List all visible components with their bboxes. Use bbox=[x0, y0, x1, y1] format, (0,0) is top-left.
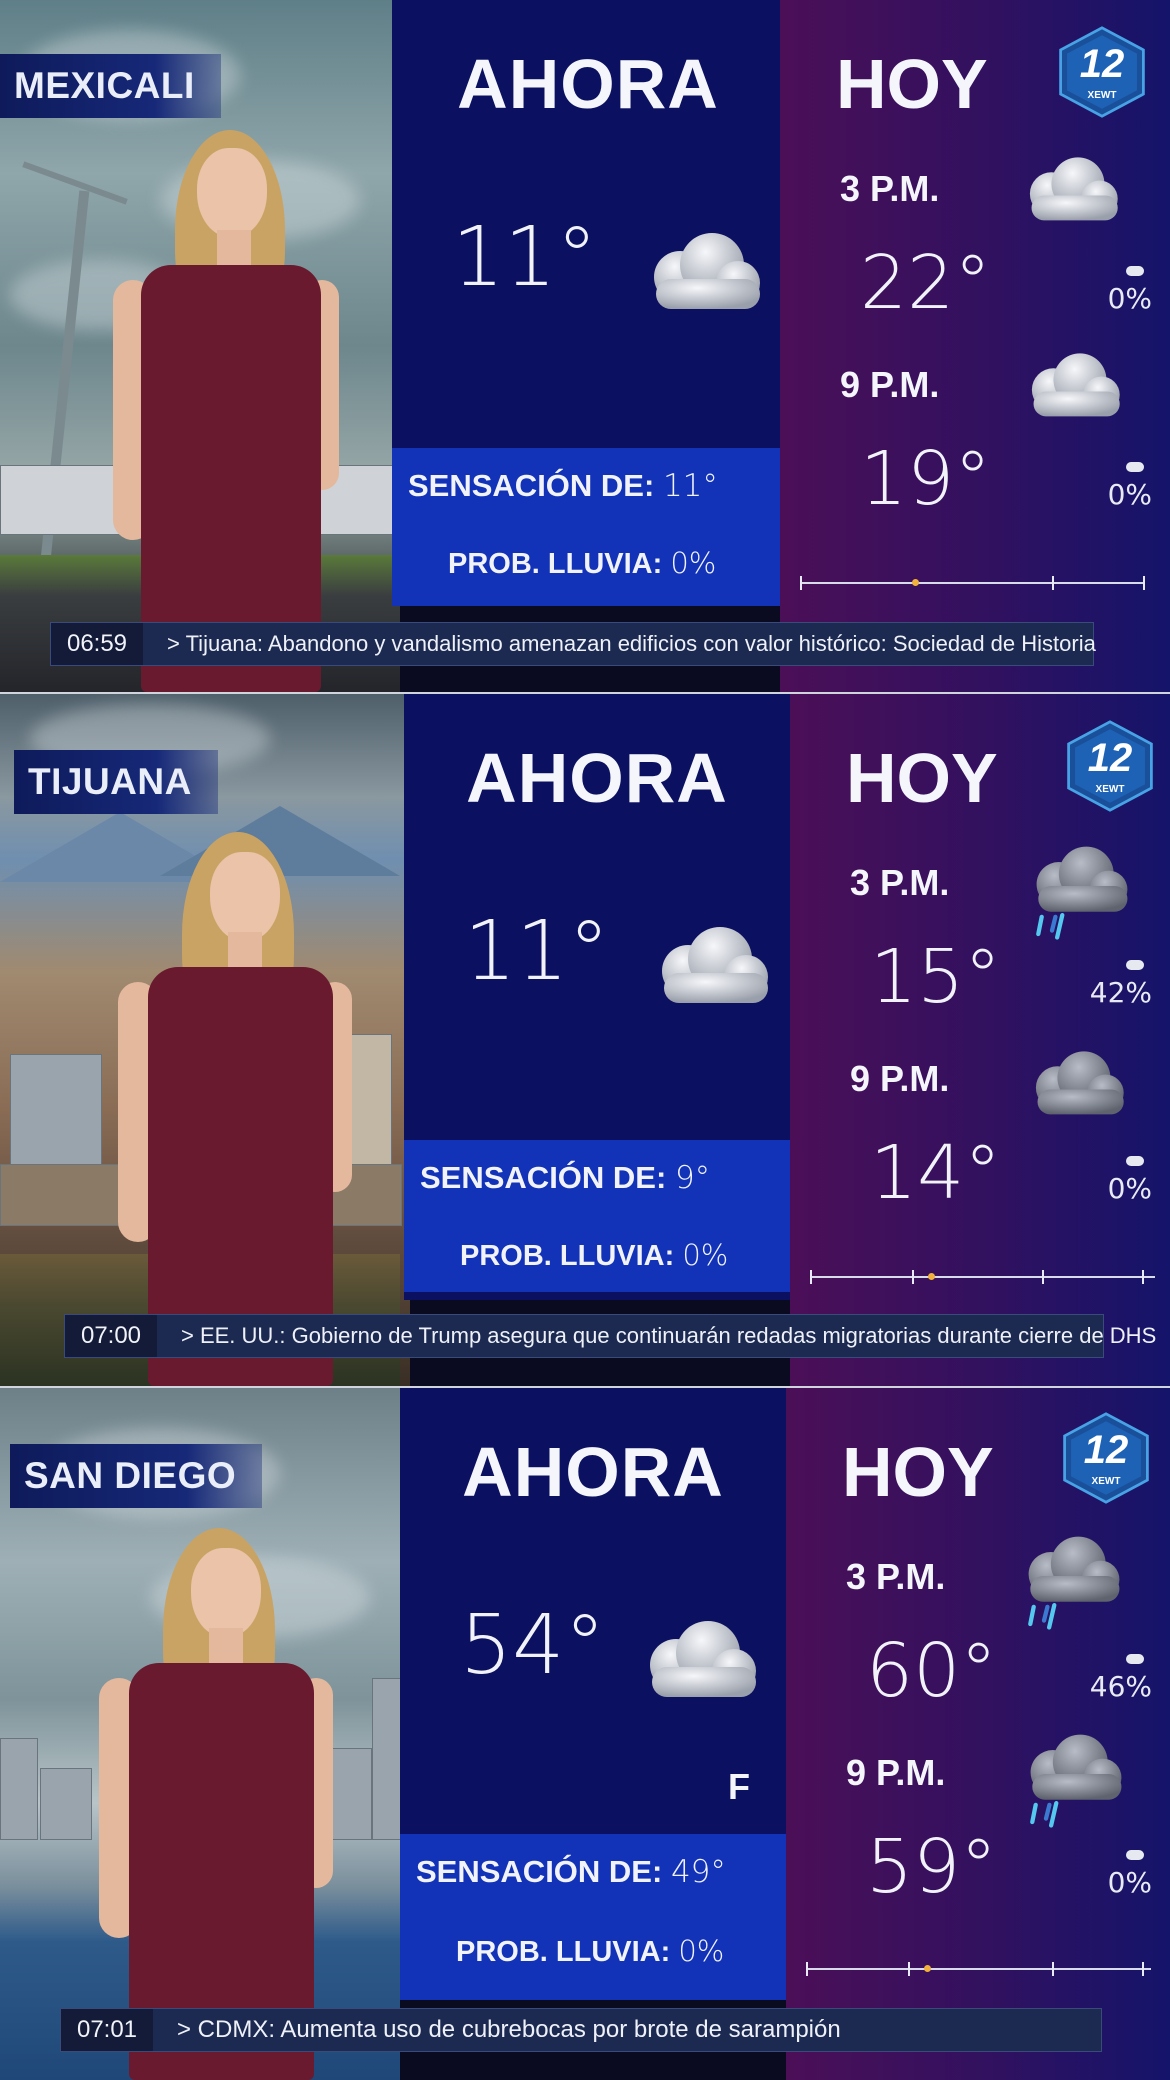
logo-callsign: XEWT bbox=[1091, 1476, 1121, 1487]
logo-callsign: XEWT bbox=[1095, 784, 1125, 795]
feels-like-value: 9° bbox=[674, 1160, 711, 1196]
ticker-clock: 07:01 bbox=[61, 2009, 153, 2051]
ticker-clock: 06:59 bbox=[51, 623, 143, 665]
rain-drop-icon bbox=[1126, 1654, 1144, 1664]
cloud-icon bbox=[630, 225, 770, 315]
forecast-rain: 42% bbox=[1089, 976, 1152, 1009]
feels-like: SENSACIÓN DE: 49° bbox=[416, 1854, 726, 1890]
cloud-icon bbox=[638, 919, 778, 1009]
rain-chance: PROB. LLUVIA: 0% bbox=[448, 546, 716, 581]
rain-chance-label: PROB. LLUVIA: bbox=[456, 1936, 671, 1968]
forecast-temp: 14° bbox=[870, 1130, 1002, 1216]
forecast-time: 3 P.M. bbox=[840, 168, 940, 209]
forecast-time: 9 P.M. bbox=[850, 1058, 950, 1099]
ahora-title: AHORA bbox=[466, 739, 728, 817]
city-label: TIJUANA bbox=[14, 750, 218, 814]
hoy-title: HOY bbox=[836, 45, 988, 123]
forecast-time: 9 P.M. bbox=[840, 364, 940, 405]
feels-like-value: 49° bbox=[670, 1854, 726, 1890]
presenter bbox=[105, 130, 345, 692]
rain-chance: PROB. LLUVIA: 0% bbox=[456, 1934, 724, 1969]
forecast-temp: 15° bbox=[870, 934, 1002, 1020]
rain-chance: PROB. LLUVIA: 0% bbox=[460, 1238, 728, 1273]
rain-drop-icon bbox=[1126, 960, 1144, 970]
ahora-column: AHORA 11° SENSACIÓN DE: 11° PROB. LLUVIA… bbox=[392, 0, 784, 606]
rain-cloud-icon bbox=[1008, 1534, 1128, 1630]
current-temp: 54° bbox=[460, 1598, 606, 1693]
cloud-icon bbox=[626, 1613, 766, 1703]
logo-number: 12 bbox=[1087, 736, 1133, 780]
details-box: SENSACIÓN DE: 11° PROB. LLUVIA: 0% bbox=[392, 448, 784, 606]
weather-panel-san-diego: SAN DIEGO AHORA 54° F SENSACIÓN DE: 49° … bbox=[0, 1388, 1170, 2080]
feels-like-label: SENSACIÓN DE: bbox=[420, 1160, 667, 1195]
feels-like-value: 11° bbox=[662, 468, 718, 504]
rain-chance-value: 0% bbox=[670, 546, 717, 580]
channel-logo: 12 XEWT bbox=[1056, 26, 1148, 118]
rain-drop-icon bbox=[1126, 266, 1144, 276]
hoy-title: HOY bbox=[846, 739, 998, 817]
rain-drop-icon bbox=[1126, 1850, 1144, 1860]
ticker-headline: > EE. UU.: Gobierno de Trump asegura que… bbox=[181, 1323, 1157, 1348]
temp-unit: F bbox=[728, 1766, 750, 1807]
rain-chance-value: 0% bbox=[678, 1934, 725, 1968]
day-timeline bbox=[800, 576, 1145, 590]
logo-number: 12 bbox=[1083, 1428, 1129, 1472]
ahora-title: AHORA bbox=[462, 1433, 724, 1511]
channel-logo: 12 XEWT bbox=[1064, 720, 1156, 812]
cloud-icon bbox=[1010, 150, 1126, 226]
current-temp: 11° bbox=[452, 210, 598, 305]
details-box: SENSACIÓN DE: 9° PROB. LLUVIA: 0% bbox=[404, 1140, 790, 1292]
ticker-headline: > Tijuana: Abandono y vandalismo amenaza… bbox=[167, 631, 1096, 656]
weather-panel-mexicali: MEXICALI AHORA 11° SENSACIÓN DE: 11° PRO… bbox=[0, 0, 1170, 692]
rain-chance-label: PROB. LLUVIA: bbox=[448, 548, 663, 580]
feels-like: SENSACIÓN DE: 11° bbox=[408, 468, 718, 504]
news-ticker: 07:01 > CDMX: Aumenta uso de cubrebocas … bbox=[60, 2008, 1102, 2052]
forecast-time: 9 P.M. bbox=[846, 1752, 946, 1793]
city-label: SAN DIEGO bbox=[10, 1444, 263, 1508]
forecast-temp: 19° bbox=[860, 436, 992, 522]
forecast-temp: 60° bbox=[866, 1628, 998, 1714]
rain-cloud-icon bbox=[1016, 844, 1136, 940]
ahora-title: AHORA bbox=[457, 45, 719, 123]
news-ticker: 07:00 > EE. UU.: Gobierno de Trump asegu… bbox=[64, 1314, 1156, 1358]
news-ticker: 06:59 > Tijuana: Abandono y vandalismo a… bbox=[50, 622, 1096, 666]
rain-chance-value: 0% bbox=[682, 1238, 729, 1272]
channel-logo: 12 XEWT bbox=[1060, 1412, 1152, 1504]
logo-number: 12 bbox=[1079, 42, 1125, 86]
feels-like: SENSACIÓN DE: 9° bbox=[420, 1160, 710, 1196]
rain-cloud-icon bbox=[1010, 1732, 1130, 1828]
ticker-clock: 07:00 bbox=[65, 1315, 157, 1357]
hoy-title: HOY bbox=[842, 1433, 994, 1511]
forecast-time: 3 P.M. bbox=[850, 862, 950, 903]
forecast-rain: 0% bbox=[1107, 1172, 1152, 1205]
forecast-temp: 22° bbox=[860, 240, 992, 326]
forecast-rain: 0% bbox=[1107, 1866, 1152, 1899]
forecast-rain: 46% bbox=[1089, 1670, 1152, 1703]
feels-like-label: SENSACIÓN DE: bbox=[416, 1854, 663, 1889]
feels-like-label: SENSACIÓN DE: bbox=[408, 468, 655, 503]
ticker-headline: > CDMX: Aumenta uso de cubrebocas por br… bbox=[177, 2016, 841, 2043]
rain-drop-icon bbox=[1126, 462, 1144, 472]
ahora-column: AHORA 11° SENSACIÓN DE: 9° PROB. LLUVIA:… bbox=[404, 694, 790, 1300]
presenter bbox=[112, 832, 362, 1386]
current-temp: 11° bbox=[464, 904, 610, 999]
rain-drop-icon bbox=[1126, 1156, 1144, 1166]
forecast-time: 3 P.M. bbox=[846, 1556, 946, 1597]
weather-panel-tijuana: TIJUANA AHORA 11° SENSACIÓN DE: 9° PROB.… bbox=[0, 694, 1170, 1386]
logo-callsign: XEWT bbox=[1087, 90, 1117, 101]
forecast-rain: 0% bbox=[1107, 282, 1152, 315]
forecast-rain: 0% bbox=[1107, 478, 1152, 511]
dark-cloud-icon bbox=[1016, 1044, 1132, 1120]
city-label: MEXICALI bbox=[0, 54, 221, 118]
day-timeline bbox=[806, 1962, 1151, 1976]
cloud-icon bbox=[1012, 346, 1128, 422]
rain-chance-label: PROB. LLUVIA: bbox=[460, 1240, 675, 1272]
ahora-column: AHORA 54° F SENSACIÓN DE: 49° PROB. LLUV… bbox=[400, 1388, 786, 2000]
presenter bbox=[95, 1528, 345, 2080]
day-timeline bbox=[810, 1270, 1155, 1284]
details-box: SENSACIÓN DE: 49° PROB. LLUVIA: 0% bbox=[400, 1834, 786, 2000]
forecast-temp: 59° bbox=[866, 1824, 998, 1910]
